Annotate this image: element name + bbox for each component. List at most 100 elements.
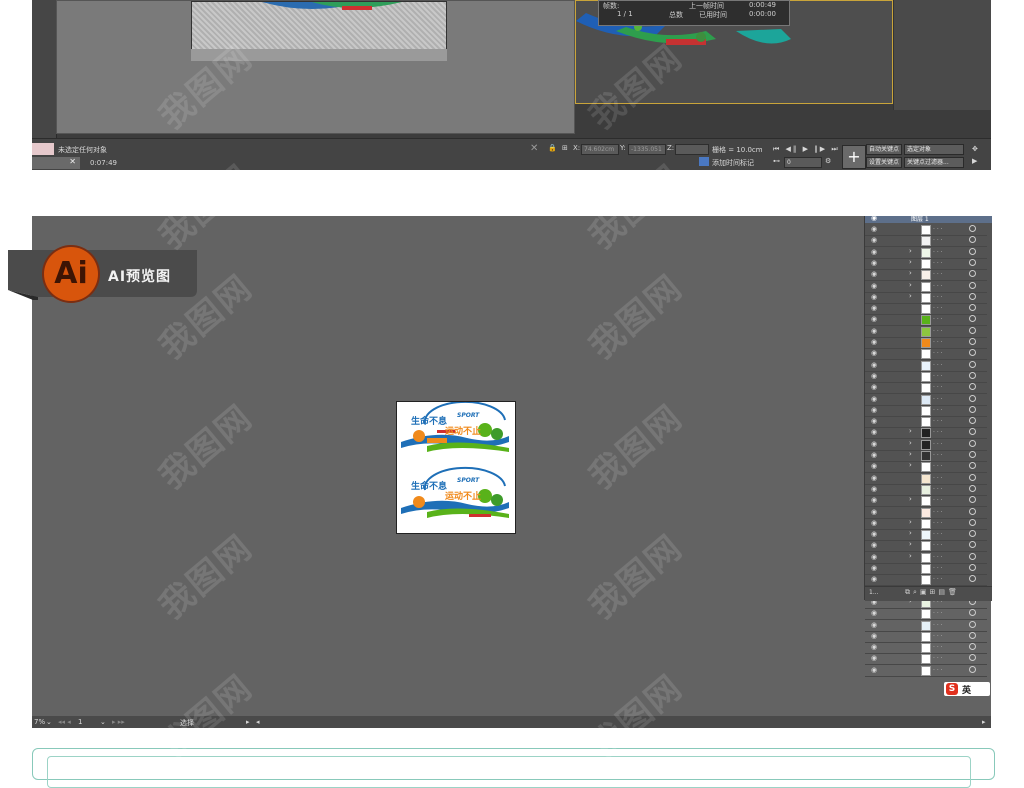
scroll-left-icon[interactable]: ◂: [256, 718, 260, 726]
layer-target-icon[interactable]: [969, 225, 976, 232]
max-command-strip[interactable]: [32, 0, 57, 140]
expand-arrow-icon[interactable]: ›: [909, 247, 912, 255]
render-frame-window[interactable]: [56, 0, 575, 134]
layer-row[interactable]: ◉ . . .: [865, 326, 987, 338]
layer-row[interactable]: ◉ . . .: [865, 360, 987, 372]
visibility-eye-icon[interactable]: ◉: [871, 541, 877, 549]
visibility-eye-icon[interactable]: ◉: [871, 451, 877, 459]
layer-row[interactable]: ◉ › . . .: [865, 450, 987, 462]
layer-row[interactable]: ◉ . . .: [865, 314, 987, 327]
lock-icon[interactable]: 🔒: [548, 144, 557, 152]
expand-arrow-icon[interactable]: ›: [909, 529, 912, 537]
expand-arrow-icon[interactable]: ›: [909, 258, 912, 266]
visibility-eye-icon[interactable]: ◉: [871, 270, 877, 278]
layer-header-row[interactable]: ◉ 图层 1: [865, 214, 992, 223]
visibility-eye-icon[interactable]: ◉: [871, 406, 877, 414]
ime-indicator[interactable]: S 英: [944, 682, 990, 696]
layer-row[interactable]: ◉ › . . .: [865, 439, 987, 451]
time-config-icon[interactable]: ⚙: [825, 157, 831, 165]
layer-row[interactable]: ◉ › . . .: [865, 247, 987, 259]
layer-target-icon[interactable]: [969, 405, 976, 413]
layer-row[interactable]: ◉ › . . .: [865, 495, 987, 508]
zoom-dropdown-icon[interactable]: ⌄: [46, 718, 52, 726]
visibility-eye-icon[interactable]: ◉: [871, 575, 877, 583]
visibility-eye-icon[interactable]: ◉: [871, 519, 877, 527]
expand-arrow-icon[interactable]: ›: [909, 518, 912, 526]
layer-target-icon[interactable]: [969, 620, 976, 628]
visibility-eye-icon[interactable]: ◉: [871, 349, 877, 357]
orbit-icon[interactable]: ▶: [972, 157, 977, 165]
visibility-eye-icon[interactable]: ◉: [871, 327, 877, 335]
layer-row[interactable]: ◉ . . .: [865, 416, 987, 429]
visibility-eye-icon[interactable]: ◉: [871, 395, 877, 403]
layer-row[interactable]: ◉ › . . .: [865, 269, 987, 282]
visibility-eye-icon[interactable]: ◉: [871, 632, 877, 640]
layer-target-icon[interactable]: [969, 473, 976, 481]
layer-target-icon[interactable]: [969, 236, 976, 244]
artboard-number[interactable]: 1: [78, 718, 82, 726]
viewport-nav-icon[interactable]: ✥: [972, 145, 978, 153]
playback-controls[interactable]: ⏮ ◀‖ ▶ ‖▶ ⏭: [773, 145, 840, 154]
visibility-eye-icon[interactable]: ◉: [871, 474, 877, 482]
visibility-eye-icon[interactable]: ◉: [871, 428, 877, 436]
layer-row[interactable]: ◉ . . .: [865, 371, 987, 383]
time-tag-icon[interactable]: [699, 157, 709, 166]
layer-target-icon[interactable]: [969, 326, 976, 334]
expand-arrow-icon[interactable]: ›: [909, 552, 912, 560]
layer-target-icon[interactable]: [969, 631, 976, 639]
layer-row[interactable]: ◉ . . .: [865, 473, 987, 485]
layer-target-icon[interactable]: [969, 349, 976, 357]
expand-arrow-icon[interactable]: ›: [909, 292, 912, 300]
layer-target-icon[interactable]: [969, 383, 976, 391]
set-key-button[interactable]: 设置关键点: [866, 157, 903, 168]
layer-name[interactable]: 图层 1: [911, 214, 929, 223]
ime-mode-label[interactable]: 英: [962, 683, 971, 696]
visibility-eye-icon[interactable]: ◉: [871, 496, 877, 504]
current-frame-field[interactable]: 0: [784, 157, 822, 168]
layer-row[interactable]: ◉ . . .: [865, 563, 987, 575]
layer-target-icon[interactable]: [969, 643, 976, 651]
layer-row[interactable]: ◉ . . .: [865, 507, 987, 519]
visibility-eye-icon[interactable]: ◉: [871, 643, 877, 651]
visibility-eye-icon[interactable]: ◉: [871, 214, 877, 222]
layer-target-icon[interactable]: [969, 496, 976, 504]
key-target-select[interactable]: 选定对象: [904, 144, 964, 155]
visibility-eye-icon[interactable]: ◉: [871, 609, 877, 617]
layer-row[interactable]: ◉ . . .: [865, 642, 987, 655]
layer-row[interactable]: ◉ › . . .: [865, 258, 987, 270]
layer-row[interactable]: ◉ › . . .: [865, 552, 987, 564]
key-mode-icon[interactable]: ⊷: [773, 157, 780, 165]
layer-target-icon[interactable]: [969, 451, 976, 458]
layer-row[interactable]: ◉ . . .: [865, 235, 987, 248]
layer-target-icon[interactable]: [969, 371, 976, 379]
visibility-eye-icon[interactable]: ◉: [871, 248, 877, 256]
layer-footer-icons[interactable]: ⧉⌕▣⊞▤🗑: [905, 588, 960, 597]
layer-target-icon[interactable]: [969, 315, 976, 323]
layer-target-icon[interactable]: [969, 338, 976, 345]
expand-arrow-icon[interactable]: ›: [909, 495, 912, 503]
max-script-listener[interactable]: [32, 143, 54, 155]
artboard[interactable]: 生命不息 运动不止 SPORT 生命不息 运动不止 SPORT: [396, 401, 516, 534]
visibility-eye-icon[interactable]: ◉: [871, 621, 877, 629]
visibility-eye-icon[interactable]: ◉: [871, 440, 877, 448]
layer-target-icon[interactable]: [969, 484, 976, 492]
layer-row[interactable]: ◉ › . . .: [865, 461, 987, 474]
layer-target-icon[interactable]: [969, 609, 976, 617]
layers-panel[interactable]: ◉ 图层 1 ◉ . . . ◉ . . . ◉ › . . . ◉ › . . . ◉ › . . .…: [864, 214, 992, 677]
add-time-tag[interactable]: 添加时间标记: [712, 158, 754, 168]
visibility-eye-icon[interactable]: ◉: [871, 564, 877, 572]
expand-arrow-icon[interactable]: ›: [909, 540, 912, 548]
layer-target-icon[interactable]: [969, 564, 976, 571]
visibility-eye-icon[interactable]: ◉: [871, 530, 877, 538]
layer-row[interactable]: ◉ . . .: [865, 382, 987, 395]
layer-row[interactable]: ◉ › . . .: [865, 281, 987, 293]
visibility-eye-icon[interactable]: ◉: [871, 225, 877, 233]
isolate-icon[interactable]: ✕: [530, 143, 538, 154]
visibility-eye-icon[interactable]: ◉: [871, 282, 877, 290]
visibility-eye-icon[interactable]: ◉: [871, 462, 877, 470]
set-key-icon[interactable]: +: [842, 145, 866, 169]
visibility-eye-icon[interactable]: ◉: [871, 508, 877, 516]
layer-target-icon[interactable]: [969, 552, 976, 560]
layer-row[interactable]: ◉ › . . .: [865, 427, 987, 440]
visibility-eye-icon[interactable]: ◉: [871, 372, 877, 380]
